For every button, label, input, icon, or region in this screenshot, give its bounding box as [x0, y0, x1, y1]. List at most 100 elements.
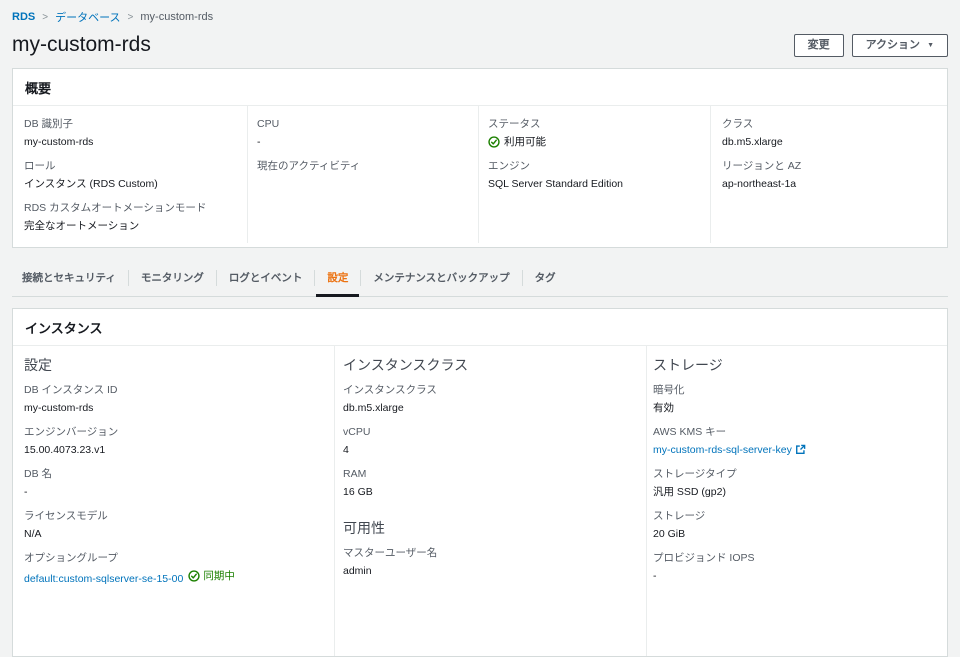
tab-connectivity-security[interactable]: 接続とセキュリティ [12, 262, 128, 296]
instance-panel-title: インスタンス [25, 321, 103, 336]
page-title: my-custom-rds [12, 33, 151, 56]
field-value: 20 GiB [653, 528, 686, 540]
field-provisioned-iops: プロビジョンド IOPS - [653, 551, 947, 583]
field-value: インスタンス (RDS Custom) [24, 178, 158, 190]
check-circle-icon [488, 136, 500, 148]
breadcrumb: RDS > データベース > my-custom-rds [12, 0, 948, 25]
field-storage-size: ストレージ 20 GiB [653, 509, 947, 541]
field-value: - [24, 486, 28, 498]
field-label: ロール [24, 160, 56, 172]
summary-panel-header: 概要 [13, 69, 947, 106]
field-kms-key: AWS KMS キー my-custom-rds-sql-server-key [653, 425, 947, 457]
section-heading-instance-class: インスタンスクラス [343, 357, 469, 373]
field-value: 汎用 SSD (gp2) [653, 486, 726, 498]
field-engine-version: エンジンバージョン 15.00.4073.23.v1 [24, 425, 324, 457]
field-engine: エンジン SQL Server Standard Edition [488, 159, 710, 191]
field-class: クラス db.m5.xlarge [722, 117, 947, 149]
field-label: CPU [257, 118, 280, 130]
summary-column-2: CPU - 現在のアクティビティ [247, 106, 478, 243]
field-label: エンジンバージョン [24, 426, 119, 438]
field-option-group: オプショングループ default:custom-sqlserver-se-15… [24, 551, 324, 586]
field-encryption: 暗号化 有効 [653, 383, 947, 415]
header-actions: 変更 アクション ▼ [793, 33, 948, 57]
field-vcpu: vCPU 4 [343, 425, 646, 457]
field-db-identifier: DB 識別子 my-custom-rds [24, 117, 237, 149]
field-role: ロール インスタンス (RDS Custom) [24, 159, 237, 191]
summary-panel-title: 概要 [25, 81, 52, 96]
section-heading-availability: 可用性 [343, 520, 385, 536]
field-label: ストレージ [653, 510, 706, 522]
tab-maintenance-backups[interactable]: メンテナンスとバックアップ [361, 262, 521, 296]
chevron-right-icon: > [127, 11, 134, 23]
sync-status-badge: 同期中 [188, 569, 235, 583]
tab-logs-events[interactable]: ログとイベント [217, 262, 315, 296]
actions-menu-label: アクション [865, 38, 921, 51]
section-heading-storage: ストレージ [653, 357, 723, 373]
field-label: ストレージタイプ [653, 468, 737, 480]
kms-key-link[interactable]: my-custom-rds-sql-server-key [653, 444, 806, 456]
field-value: SQL Server Standard Edition [488, 178, 624, 190]
status-text: 利用可能 [504, 136, 546, 148]
option-group-link[interactable]: default:custom-sqlserver-se-15-00 [24, 573, 183, 585]
field-value: 有効 [653, 402, 674, 414]
field-value: - [257, 136, 261, 148]
field-value: db.m5.xlarge [343, 402, 404, 414]
field-label: クラス [722, 118, 754, 130]
breadcrumb-link-rds[interactable]: RDS [12, 11, 35, 23]
field-label: RDS カスタムオートメーションモード [24, 202, 207, 214]
breadcrumb-current: my-custom-rds [140, 11, 214, 23]
field-label: エンジン [488, 160, 530, 172]
field-label: オプショングループ [24, 552, 118, 564]
field-label: RAM [343, 468, 367, 480]
field-cpu: CPU - [257, 117, 478, 149]
field-label: リージョンと AZ [722, 160, 802, 172]
field-label: マスターユーザー名 [343, 547, 438, 559]
field-master-username: マスターユーザー名 admin [343, 546, 646, 578]
field-value: N/A [24, 528, 42, 540]
kms-key-link-text: my-custom-rds-sql-server-key [653, 444, 792, 456]
field-db-instance-id: DB インスタンス ID my-custom-rds [24, 383, 324, 415]
field-value: admin [343, 565, 372, 577]
field-label: プロビジョンド IOPS [653, 552, 755, 564]
field-label: DB インスタンス ID [24, 384, 118, 396]
check-circle-icon [188, 570, 200, 582]
caret-down-icon: ▼ [927, 41, 934, 49]
field-value: my-custom-rds [24, 136, 94, 148]
breadcrumb-link-databases[interactable]: データベース [55, 9, 120, 25]
tab-configuration[interactable]: 設定 [315, 262, 360, 297]
field-status: ステータス 利用可能 [488, 117, 710, 149]
field-db-name: DB 名 - [24, 467, 324, 499]
field-label: DB 識別子 [24, 118, 74, 130]
tab-tags[interactable]: タグ [523, 262, 568, 296]
instance-column-class: インスタンスクラス インスタンスクラス db.m5.xlarge vCPU 4 … [334, 346, 646, 656]
status-badge: 利用可能 [488, 135, 710, 149]
sync-status-text: 同期中 [203, 570, 235, 582]
rds-database-detail-page: RDS > データベース > my-custom-rds my-custom-r… [0, 0, 960, 657]
field-value: 完全なオートメーション [24, 220, 140, 232]
field-label: ステータス [488, 118, 541, 130]
field-value: 16 GB [343, 486, 373, 498]
summary-column-3: ステータス 利用可能 エンジン SQL Server Standard Edit… [478, 106, 710, 243]
field-value: my-custom-rds [24, 402, 94, 414]
page-header: my-custom-rds 変更 アクション ▼ [12, 33, 948, 57]
field-value: 4 [343, 444, 349, 456]
field-region-az: リージョンと AZ ap-northeast-1a [722, 159, 947, 191]
tab-monitoring[interactable]: モニタリング [129, 262, 216, 296]
field-label: vCPU [343, 426, 371, 438]
summary-grid: DB 識別子 my-custom-rds ロール インスタンス (RDS Cus… [13, 106, 947, 247]
field-label: AWS KMS キー [653, 426, 727, 438]
field-value: - [653, 570, 657, 582]
field-label: DB 名 [24, 468, 53, 480]
field-label: 現在のアクティビティ [257, 160, 361, 172]
tab-bar: 接続とセキュリティ モニタリング ログとイベント 設定 メンテナンスとバックアッ… [12, 262, 948, 297]
field-label: 暗号化 [653, 384, 685, 396]
field-value: 15.00.4073.23.v1 [24, 444, 106, 456]
field-current-activity: 現在のアクティビティ [257, 159, 478, 173]
external-link-icon [795, 444, 806, 454]
summary-column-4: クラス db.m5.xlarge リージョンと AZ ap-northeast-… [710, 106, 947, 243]
modify-button[interactable]: 変更 [793, 33, 844, 57]
field-storage-type: ストレージタイプ 汎用 SSD (gp2) [653, 467, 947, 499]
field-value: db.m5.xlarge [722, 136, 783, 148]
section-heading-config: 設定 [24, 357, 52, 373]
actions-menu-button[interactable]: アクション ▼ [851, 33, 948, 57]
